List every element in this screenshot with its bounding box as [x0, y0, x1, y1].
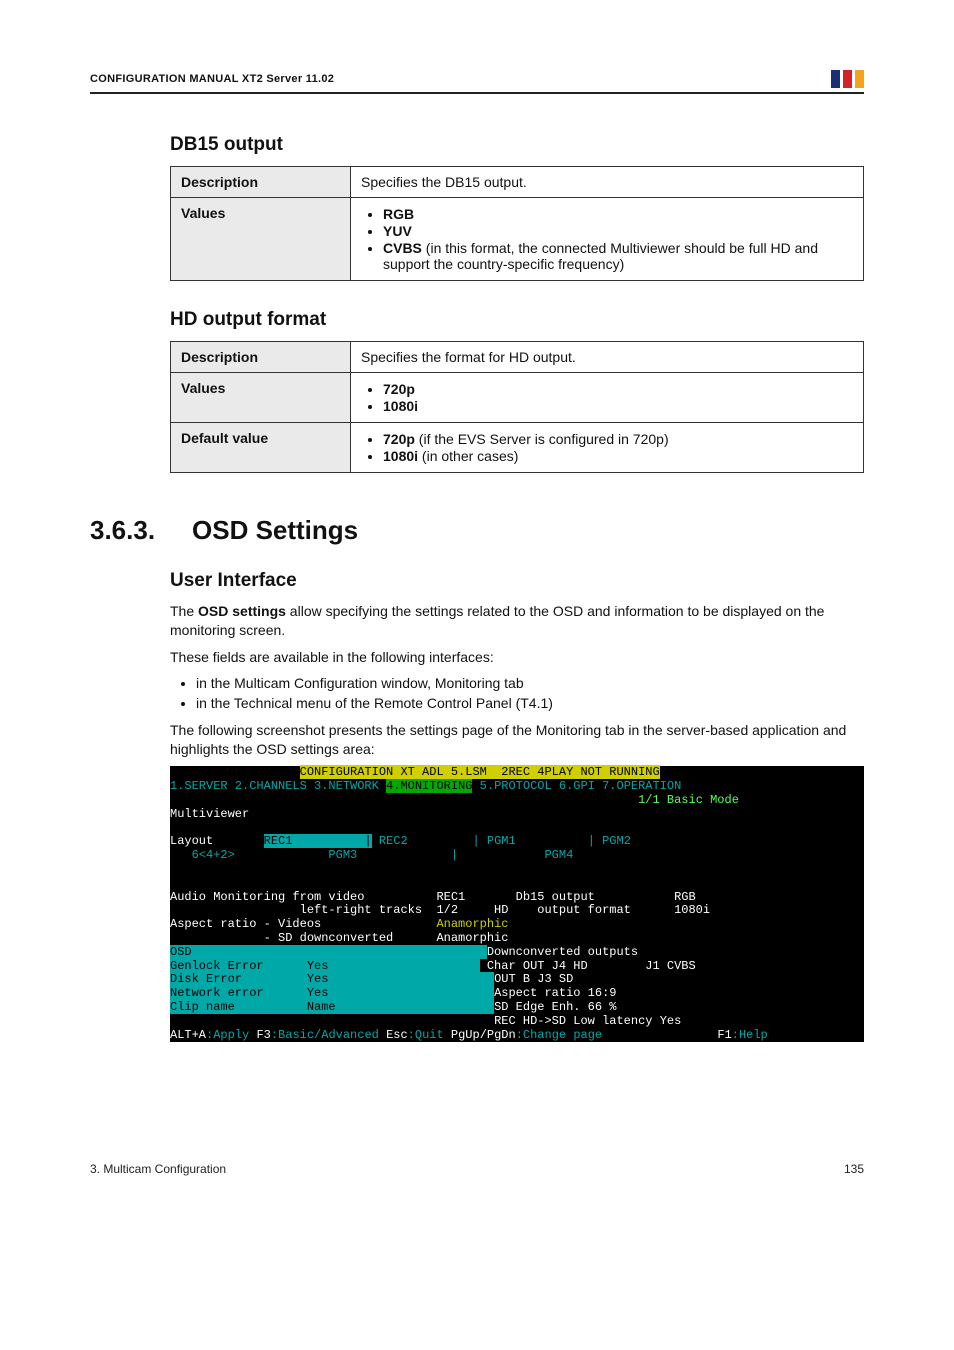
value-cvbs-prefix: CVBS [383, 240, 422, 256]
label-description: Description [171, 342, 351, 373]
t-apply: :Apply [206, 1028, 256, 1042]
t-rec2: REC2 | [372, 834, 480, 848]
t-pgm2: PGM2 [595, 834, 681, 848]
default-720p-prefix: 720p [383, 431, 415, 447]
t-sd-down: - SD downconverted Anamorphic [170, 931, 508, 945]
t-aspect-label: Aspect ratio - Videos [170, 917, 321, 931]
page-footer: 3. Multicam Configuration 135 [90, 1162, 864, 1176]
t-esc: Esc [386, 1028, 408, 1042]
t-quit: :Quit [408, 1028, 451, 1042]
db15-output-heading: DB15 output [170, 134, 864, 156]
label-description: Description [171, 167, 351, 198]
chapter-number: 3.6.3. [90, 515, 166, 546]
monitoring-terminal-screenshot: CONFIGURATION XT ADL 5.LSM 2REC 4PLAY NO… [170, 766, 864, 1042]
t-alta: ALT+A [170, 1028, 206, 1042]
value-720p: 720p [383, 381, 415, 397]
default-1080i-prefix: 1080i [383, 448, 418, 464]
t-disk: Disk Error Yes [170, 972, 494, 986]
t-change: :Change page [516, 1028, 718, 1042]
t-tabs-c: 5.PROTOCOL 6.GPI 7.OPERATION [472, 779, 681, 793]
p1-b: OSD settings [198, 603, 286, 619]
manual-title: CONFIGURATION MANUAL XT2 Server 11.02 [90, 73, 334, 85]
t-f3: F3 [256, 1028, 270, 1042]
t-outb: OUT B J3 SD [494, 972, 573, 986]
value-values: 720p 1080i [351, 373, 864, 423]
t-audio: Audio Monitoring from video REC1 Db15 ou… [170, 890, 696, 904]
t-multiviewer: Multiviewer [170, 807, 249, 821]
t-pad [170, 1014, 494, 1028]
hd-output-table: Description Specifies the format for HD … [170, 341, 864, 473]
t-pgm1: PGM1 | [480, 834, 595, 848]
t-network: Network error Yes [170, 986, 494, 1000]
interfaces-list: in the Multicam Configuration window, Mo… [170, 675, 864, 711]
value-values: RGB YUV CVBS (in this format, the connec… [351, 198, 864, 281]
t-genlock: Genlock Error Yes [170, 959, 480, 973]
table-row: Description Specifies the DB15 output. [171, 167, 864, 198]
t-f1: F1 [717, 1028, 731, 1042]
chapter-title: OSD Settings [192, 515, 358, 546]
t-basicadv: :Basic/Advanced [271, 1028, 386, 1042]
t-anamorphic1: Anamorphic [321, 917, 508, 931]
table-row: Values 720p 1080i [171, 373, 864, 423]
value-description: Specifies the format for HD output. [351, 342, 864, 373]
footer-page-number: 135 [844, 1162, 864, 1176]
t-charout: Char OUT J4 HD J1 CVBS [480, 959, 696, 973]
footer-left: 3. Multicam Configuration [90, 1162, 226, 1176]
default-1080i-rest: (in other cases) [418, 448, 518, 464]
t-clipname: Clip name Name [170, 1000, 494, 1014]
value-description: Specifies the DB15 output. [351, 167, 864, 198]
logo-bar-2 [843, 70, 852, 88]
t-edge: SD Edge Enh. 66 % [494, 1000, 616, 1014]
t-mode: 1/1 Basic Mode [638, 793, 739, 807]
hd-output-heading: HD output format [170, 309, 864, 331]
t-pad [170, 765, 300, 779]
page-header: CONFIGURATION MANUAL XT2 Server 11.02 [90, 70, 864, 94]
logo-bar-3 [855, 70, 864, 88]
t-tracks: left-right tracks 1/2 HD output format 1… [170, 903, 710, 917]
paragraph-1: The OSD settings allow specifying the se… [170, 602, 864, 640]
t-layout-label: Layout [170, 834, 264, 848]
t-aspect169: Aspect ratio 16:9 [494, 986, 616, 1000]
t-pgup: PgUp/PgDn [451, 1028, 516, 1042]
t-help: :Help [732, 1028, 768, 1042]
t-row2: 6<4+2> PGM3 | PGM4 [170, 848, 573, 862]
value-default: 720p (if the EVS Server is configured in… [351, 423, 864, 473]
value-yuv: YUV [383, 223, 412, 239]
logo-bar-1 [831, 70, 840, 88]
t-pad [170, 793, 638, 807]
t-downconv: Downconverted outputs [487, 945, 638, 959]
default-720p-rest: (if the EVS Server is configured in 720p… [415, 431, 669, 447]
t-tabs-a: 1.SERVER 2.CHANNELS 3.NETWORK [170, 779, 386, 793]
table-row: Default value 720p (if the EVS Server is… [171, 423, 864, 473]
t-latency: REC HD->SD Low latency Yes [494, 1014, 681, 1028]
value-cvbs-rest: (in this format, the connected Multiview… [383, 240, 818, 272]
paragraph-3: The following screenshot presents the se… [170, 721, 864, 759]
p1-a: The [170, 603, 198, 619]
t-osd-label: OSD [170, 945, 487, 959]
table-row: Description Specifies the format for HD … [171, 342, 864, 373]
t-rec1: REC1 | [264, 834, 372, 848]
paragraph-2: These fields are available in the follow… [170, 648, 864, 667]
list-item: in the Multicam Configuration window, Mo… [196, 675, 864, 691]
list-item: in the Technical menu of the Remote Cont… [196, 695, 864, 711]
db15-output-table: Description Specifies the DB15 output. V… [170, 166, 864, 281]
chapter-heading: 3.6.3. OSD Settings [90, 515, 864, 546]
value-1080i: 1080i [383, 398, 418, 414]
evs-logo [831, 70, 864, 88]
value-rgb: RGB [383, 206, 414, 222]
label-values: Values [171, 373, 351, 423]
user-interface-heading: User Interface [170, 570, 864, 592]
label-default: Default value [171, 423, 351, 473]
t-title: CONFIGURATION XT ADL 5.LSM 2REC 4PLAY NO… [300, 765, 660, 779]
label-values: Values [171, 198, 351, 281]
table-row: Values RGB YUV CVBS (in this format, the… [171, 198, 864, 281]
t-tab-active: 4.MONITORING [386, 779, 472, 793]
